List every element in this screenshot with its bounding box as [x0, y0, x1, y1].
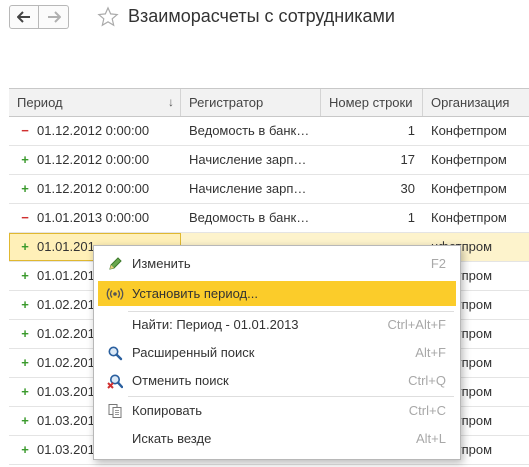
plus-icon: +	[21, 268, 29, 283]
menu-item-search-everywhere[interactable]: Искать везде Alt+L	[98, 426, 456, 451]
magnifier-cancel-icon	[102, 373, 128, 389]
magnifier-icon	[102, 345, 128, 361]
table-row[interactable]: −01.01.2013 0:00:00 Ведомость в банк… 1 Кон…	[9, 204, 529, 233]
cell-organization[interactable]: Конфетпром	[423, 175, 529, 203]
plus-icon: +	[21, 413, 29, 428]
table-header: Период ↓ Регистратор Номер строки Органи…	[9, 88, 529, 117]
cell-line-number[interactable]: 17	[321, 146, 423, 174]
cell-registrar[interactable]: Начисление зарп…	[181, 146, 321, 174]
cell-line-number[interactable]: 1	[321, 117, 423, 145]
column-header-period[interactable]: Период ↓	[9, 89, 181, 116]
plus-icon: +	[21, 326, 29, 341]
pencil-icon	[102, 256, 128, 272]
minus-icon: −	[21, 123, 29, 138]
menu-item-edit[interactable]: Изменить F2	[98, 251, 456, 276]
plus-icon: +	[21, 384, 29, 399]
table-row[interactable]: +01.12.2012 0:00:00 Начисление зарп… 30 Кон…	[9, 175, 529, 204]
cell-period[interactable]: +01.12.2012 0:00:00	[9, 175, 181, 203]
cell-period[interactable]: +01.12.2012 0:00:00	[9, 146, 181, 174]
back-button[interactable]	[9, 5, 39, 29]
plus-icon: +	[21, 152, 29, 167]
cell-organization[interactable]: Конфетпром	[423, 117, 529, 145]
plus-icon: +	[21, 355, 29, 370]
cell-line-number[interactable]: 30	[321, 175, 423, 203]
favorite-star-icon[interactable]	[97, 6, 119, 31]
page-title: Взаиморасчеты с сотрудниками	[128, 6, 395, 26]
table-row[interactable]: −01.12.2012 0:00:00 Ведомость в банк… 1 Кон…	[9, 117, 529, 146]
cell-registrar[interactable]: Начисление зарп…	[181, 175, 321, 203]
cell-registrar[interactable]: Ведомость в банк…	[181, 117, 321, 145]
cell-line-number[interactable]: 1	[321, 204, 423, 232]
plus-icon: +	[21, 181, 29, 196]
sort-down-icon: ↓	[168, 95, 174, 109]
cell-organization[interactable]: Конфетпром	[423, 204, 529, 232]
arrow-right-icon	[47, 11, 61, 23]
arrow-left-icon	[17, 11, 30, 23]
cell-registrar[interactable]: Ведомость в банк…	[181, 204, 321, 232]
minus-icon: −	[21, 210, 29, 225]
plus-icon: +	[21, 442, 29, 457]
column-header-registrar[interactable]: Регистратор	[181, 89, 321, 116]
column-header-organization[interactable]: Организация	[423, 89, 529, 116]
menu-item-advanced-search[interactable]: Расширенный поиск Alt+F	[98, 340, 456, 365]
copy-icon	[102, 403, 128, 419]
cell-organization[interactable]: Конфетпром	[423, 146, 529, 174]
plus-icon: +	[21, 239, 29, 254]
context-menu: Изменить F2 Установить период... Найти: …	[93, 245, 461, 460]
column-header-line-number[interactable]: Номер строки	[321, 89, 423, 116]
menu-item-find-period[interactable]: Найти: Период - 01.01.2013 Ctrl+Alt+F	[98, 312, 456, 337]
menu-separator	[128, 396, 454, 397]
menu-item-cancel-search[interactable]: Отменить поиск Ctrl+Q	[98, 368, 456, 393]
table-row[interactable]: +01.12.2012 0:00:00 Начисление зарп… 17 Кон…	[9, 146, 529, 175]
navigation-buttons	[9, 5, 69, 29]
menu-item-set-period[interactable]: Установить период...	[98, 281, 456, 306]
menu-item-copy[interactable]: Копировать Ctrl+C	[98, 398, 456, 423]
broadcast-period-icon	[102, 287, 128, 301]
plus-icon: +	[21, 297, 29, 312]
cell-period[interactable]: −01.12.2012 0:00:00	[9, 117, 181, 145]
forward-button[interactable]	[39, 5, 69, 29]
cell-period[interactable]: −01.01.2013 0:00:00	[9, 204, 181, 232]
